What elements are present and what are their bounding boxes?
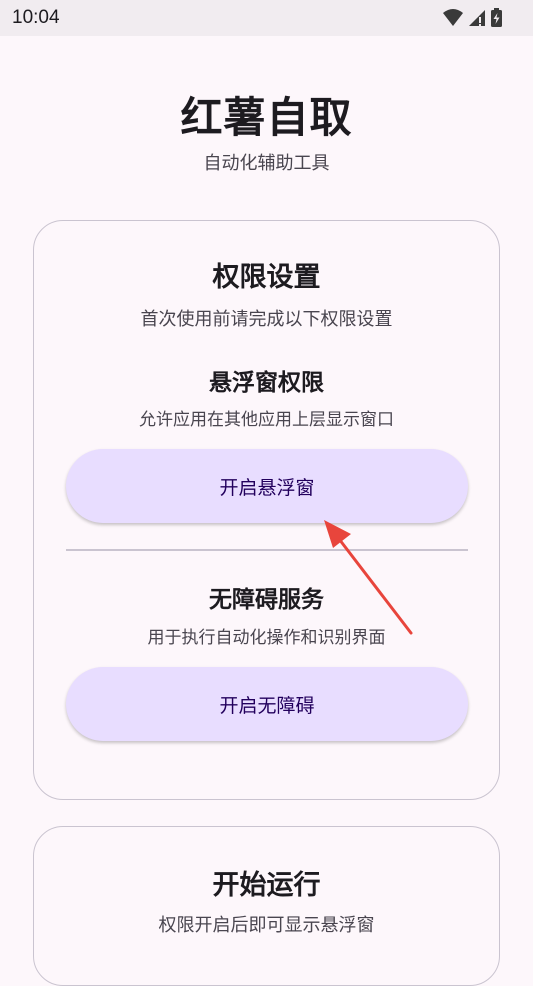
enable-overlay-button[interactable]: 开启悬浮窗 xyxy=(66,449,468,523)
run-card-description: 权限开启后即可显示悬浮窗 xyxy=(158,915,375,936)
battery-charging-icon xyxy=(491,8,502,27)
accessibility-service-title: 无障碍服务 xyxy=(209,587,324,613)
permissions-card: 权限设置 首次使用前请完成以下权限设置 悬浮窗权限 允许应用在其他应用上层显示窗… xyxy=(33,220,500,800)
app-subtitle: 自动化辅助工具 xyxy=(203,153,330,174)
status-bar: 10:04 xyxy=(0,0,533,36)
run-card: 开始运行 权限开启后即可显示悬浮窗 xyxy=(33,826,500,986)
wifi-icon xyxy=(443,9,463,26)
accessibility-service-description: 用于执行自动化操作和识别界面 xyxy=(147,628,386,648)
permissions-card-title: 权限设置 xyxy=(212,262,321,293)
signal-icon xyxy=(469,10,485,26)
enable-accessibility-button[interactable]: 开启无障碍 xyxy=(66,667,468,741)
overlay-permission-title: 悬浮窗权限 xyxy=(209,370,324,396)
app-title: 红薯自取 xyxy=(180,93,353,142)
run-card-title: 开始运行 xyxy=(212,870,321,901)
section-divider xyxy=(66,549,468,551)
status-time: 10:04 xyxy=(12,7,60,28)
status-icons xyxy=(441,6,521,30)
permissions-card-description: 首次使用前请完成以下权限设置 xyxy=(140,309,393,330)
overlay-permission-description: 允许应用在其他应用上层显示窗口 xyxy=(139,410,394,430)
